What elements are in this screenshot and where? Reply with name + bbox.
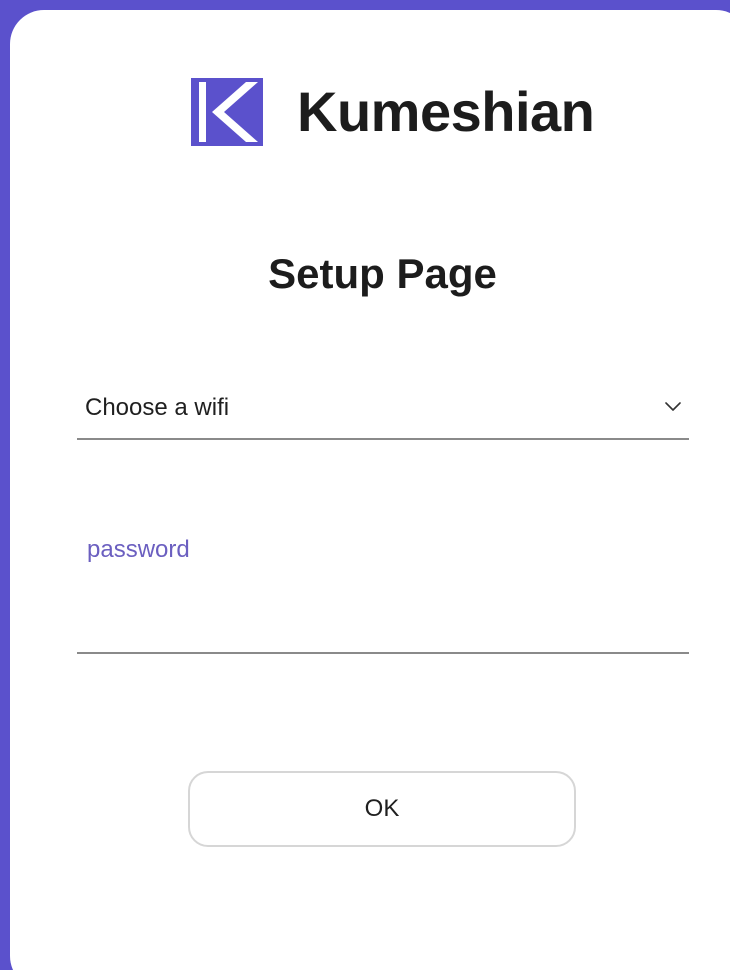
password-label: password — [87, 536, 190, 563]
chevron-down-icon — [665, 402, 681, 411]
wifi-select[interactable]: Choose a wifi — [77, 382, 689, 440]
wifi-select-value: Choose a wifi — [85, 394, 230, 421]
password-input[interactable] — [85, 586, 681, 634]
password-field: password — [77, 530, 689, 654]
setup-card: Kumeshian Setup Page Choose a wifi passw… — [10, 10, 730, 970]
page-title: Setup Page — [268, 250, 497, 297]
ok-button[interactable]: OK — [188, 771, 576, 847]
brand-name: Kumeshian — [297, 80, 595, 143]
k-chevron-logo-icon — [191, 78, 263, 146]
brand-header: Kumeshian — [191, 78, 595, 146]
